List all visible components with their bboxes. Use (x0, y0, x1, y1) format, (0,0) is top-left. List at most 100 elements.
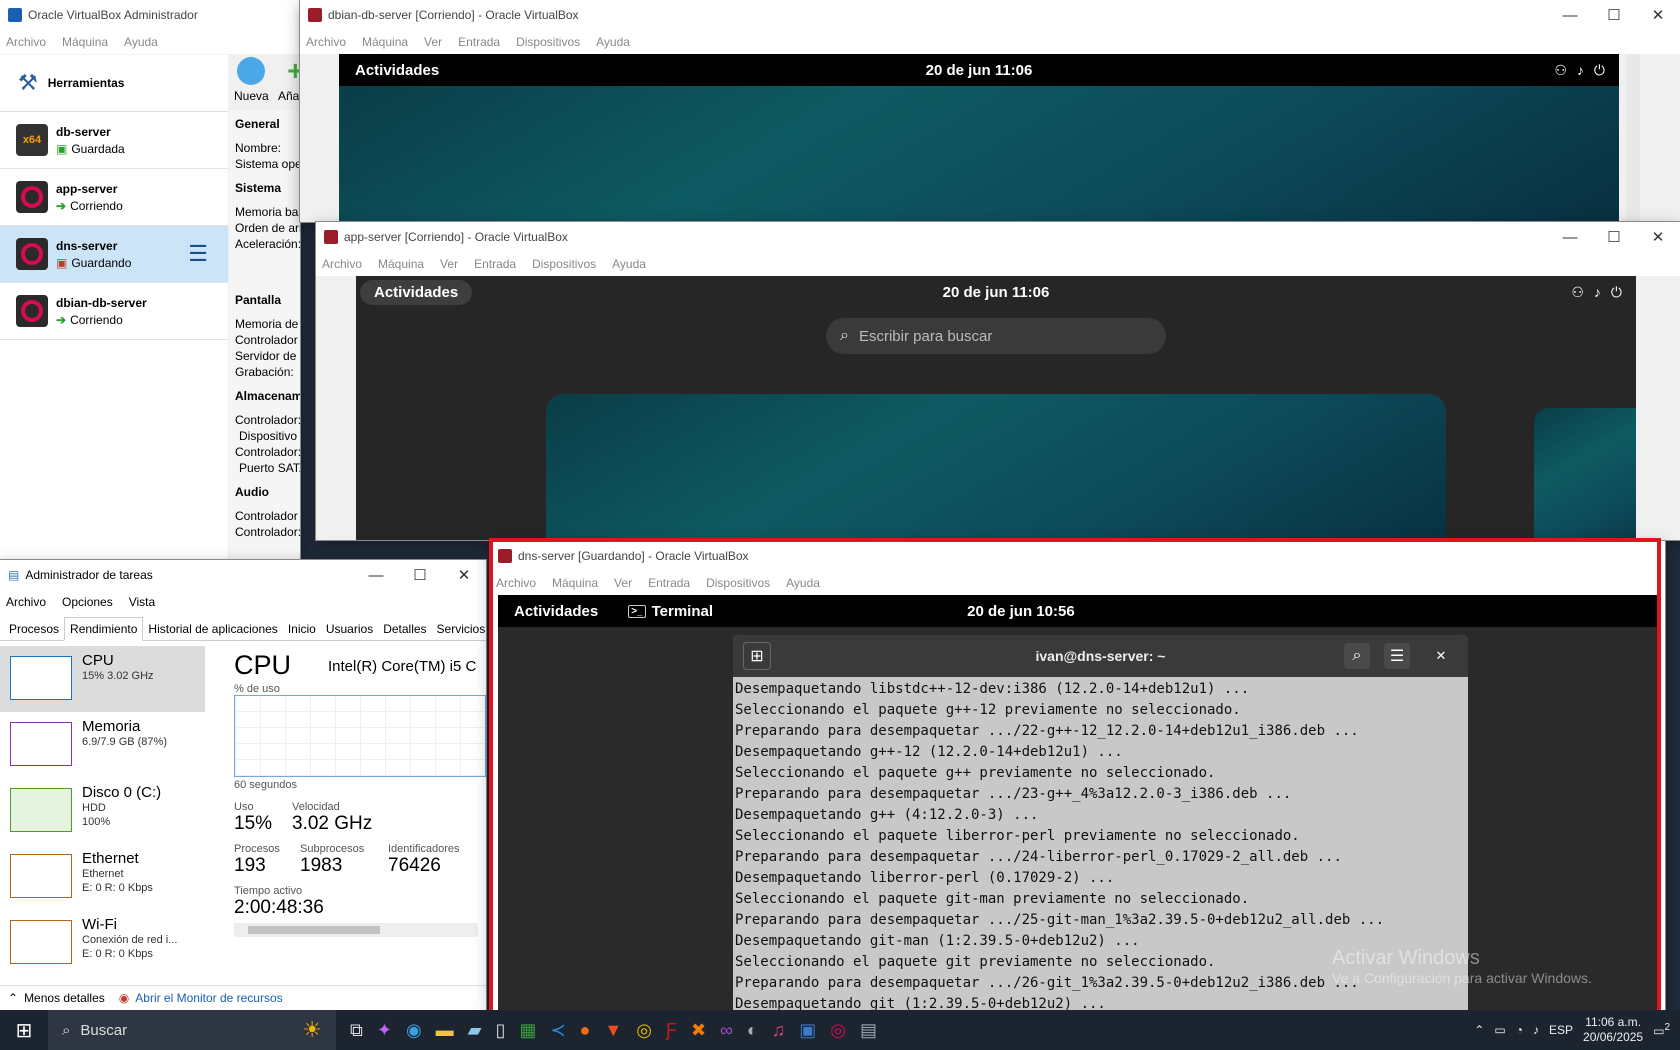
menos-detalles-link[interactable]: Menos detalles (24, 991, 105, 1005)
dns-guest-screen[interactable]: Actividades >_ Terminal 20 de jun 10:56 ⊞… (498, 595, 1660, 1016)
minimize-icon[interactable]: — (354, 560, 398, 590)
menu-maquina[interactable]: Máquina (552, 576, 598, 590)
start-windows-icon[interactable]: ⊞ (0, 1018, 48, 1043)
resource-cpu[interactable]: CPU 15% 3.02 GHz (0, 646, 205, 712)
vr-icon[interactable]: ∞ (720, 1020, 733, 1041)
menu-ayuda[interactable]: Ayuda (786, 576, 820, 590)
firefox-icon[interactable]: ● (580, 1020, 591, 1041)
menu-ayuda[interactable]: Ayuda (612, 257, 646, 271)
network-icon[interactable]: ⚇ (1571, 284, 1584, 301)
minimize-icon[interactable]: — (1548, 222, 1592, 252)
volume-icon[interactable]: ♪ (1594, 284, 1601, 301)
vm-item-dns-server[interactable]: dns-server ▣ Guardando ☰ (0, 226, 228, 283)
xampp-icon[interactable]: ✖ (691, 1020, 706, 1041)
volume-icon[interactable]: ♪ (1533, 1023, 1539, 1037)
scrollbar[interactable] (1626, 54, 1640, 222)
menu-entrada[interactable]: Entrada (648, 576, 690, 590)
language-indicator[interactable]: ESP (1549, 1023, 1573, 1037)
activities-button[interactable]: Actividades (360, 279, 473, 305)
taskbar-clock[interactable]: 11:06 a.m. 20/06/2025 (1583, 1015, 1643, 1045)
chrome-icon[interactable]: ◎ (636, 1020, 652, 1041)
menu-ver[interactable]: Ver (424, 35, 442, 49)
menu-vista[interactable]: Vista (129, 595, 155, 609)
horizontal-scrollbar[interactable] (234, 923, 478, 937)
menu-archivo[interactable]: Archivo (6, 35, 46, 49)
maximize-icon[interactable]: ☐ (1592, 0, 1636, 30)
menu-maquina[interactable]: Máquina (362, 35, 408, 49)
close-icon[interactable]: ✕ (1636, 0, 1680, 30)
maximize-icon[interactable]: ☐ (398, 560, 442, 590)
resource-wifi[interactable]: Wi-Fi Conexión de red i... E: 0 R: 0 Kbps (0, 910, 205, 976)
tools-item[interactable]: ⚒ Herramientas (0, 55, 228, 112)
menu-ver[interactable]: Ver (440, 257, 458, 271)
file-explorer-icon[interactable]: ▬ (436, 1020, 454, 1041)
brave-icon[interactable]: ▼ (604, 1020, 622, 1041)
menu-maquina[interactable]: Máquina (378, 257, 424, 271)
notifications-icon[interactable]: ▭2 (1653, 1022, 1670, 1038)
tab-detalles[interactable]: Detalles (378, 618, 431, 640)
tab-inicio[interactable]: Inicio (283, 618, 321, 640)
menu-archivo[interactable]: Archivo (496, 576, 536, 590)
wifi-icon[interactable]: ◔ (1516, 1023, 1523, 1037)
taskmgr-titlebar[interactable]: ▤ Administrador de tareas — ☐ ✕ (0, 560, 486, 590)
volume-icon[interactable]: ♪ (1577, 62, 1584, 79)
tab-servicios[interactable]: Servicios (432, 618, 486, 640)
sheet-icon[interactable]: ▦ (519, 1020, 536, 1041)
menu-entrada[interactable]: Entrada (458, 35, 500, 49)
tab-usuarios[interactable]: Usuarios (321, 618, 378, 640)
tab-rendimiento[interactable]: Rendimiento (64, 617, 144, 641)
dbian-guest-screen[interactable]: Actividades 20 de jun 11:06 ⚇ ♪ ⏻ (339, 54, 1619, 222)
dns-titlebar[interactable]: dns-server [Guardando] - Oracle VirtualB… (490, 541, 1665, 571)
activities-button[interactable]: Actividades (355, 62, 439, 79)
clock[interactable]: 20 de jun 11:06 (943, 284, 1050, 301)
task-view-icon[interactable]: ⧉ (350, 1020, 363, 1041)
chevron-up-icon[interactable]: ⌃ (1474, 1023, 1484, 1037)
hamburger-menu-icon[interactable]: ☰ (1384, 643, 1410, 669)
power-icon[interactable]: ⏻ (1594, 62, 1605, 79)
chevron-up-icon[interactable]: ⌃ (8, 991, 18, 1005)
menu-ayuda[interactable]: Ayuda (124, 35, 158, 49)
notes-icon[interactable]: ▰ (468, 1020, 482, 1041)
itunes-icon[interactable]: ♫ (772, 1020, 786, 1041)
virtualbox-icon[interactable]: ▣ (799, 1020, 816, 1041)
menu-archivo[interactable]: Archivo (322, 257, 362, 271)
vm-details-menu-icon[interactable]: ☰ (188, 241, 208, 267)
minimize-icon[interactable]: — (1548, 0, 1592, 30)
network-icon[interactable]: ⚇ (1554, 62, 1567, 79)
search-icon[interactable]: ⌕ (1344, 643, 1370, 669)
clock[interactable]: 20 de jun 11:06 (926, 62, 1033, 79)
menu-dispositivos[interactable]: Dispositivos (706, 576, 770, 590)
copilot-icon[interactable]: ✦ (377, 1020, 392, 1041)
vm-item-db-server[interactable]: x64 db-server ▣ Guardada (0, 112, 228, 169)
add-vm-button[interactable]: + Añadir (278, 57, 300, 104)
workspace-thumbnail[interactable] (546, 394, 1446, 540)
new-tab-icon[interactable]: ⊞ (743, 642, 771, 670)
dbian-titlebar[interactable]: dbian-db-server [Corriendo] - Oracle Vir… (300, 0, 1680, 30)
resource-memoria[interactable]: Memoria 6.9/7.9 GB (87%) (0, 712, 205, 778)
app-titlebar[interactable]: app-server [Corriendo] - Oracle VirtualB… (316, 222, 1680, 252)
tab-procesos[interactable]: Procesos (4, 618, 64, 640)
vm-item-dbian-db-server[interactable]: dbian-db-server ➔ Corriendo (0, 283, 228, 340)
menu-ver[interactable]: Ver (614, 576, 632, 590)
taskbar-search-box[interactable]: ⌕ Buscar ☀ (48, 1010, 336, 1050)
resource-disco[interactable]: Disco 0 (C:) HDD 100% (0, 778, 205, 844)
vscode-icon[interactable]: ≺ (550, 1020, 565, 1041)
filezilla-icon[interactable]: Ƒ (666, 1020, 677, 1041)
menu-archivo[interactable]: Archivo (306, 35, 346, 49)
activities-button[interactable]: Actividades (514, 603, 598, 620)
terminal-headerbar[interactable]: ⊞ ivan@dns-server: ~ ⌕ ☰ ✕ (733, 635, 1468, 677)
task-manager-icon[interactable]: ▤ (860, 1020, 877, 1041)
menu-entrada[interactable]: Entrada (474, 257, 516, 271)
menu-dispositivos[interactable]: Dispositivos (516, 35, 580, 49)
vm-item-app-server[interactable]: app-server ➔ Corriendo (0, 169, 228, 226)
new-vm-button[interactable]: Nueva (234, 57, 269, 103)
power-icon[interactable]: ⏻ (1611, 284, 1622, 301)
menu-archivo[interactable]: Archivo (6, 595, 46, 609)
resource-monitor-link[interactable]: Abrir el Monitor de recursos (135, 991, 282, 1005)
resource-ethernet[interactable]: Ethernet Ethernet E: 0 R: 0 Kbps (0, 844, 205, 910)
meet-icon[interactable]: ▭ (1494, 1023, 1505, 1037)
menu-dispositivos[interactable]: Dispositivos (532, 257, 596, 271)
menu-opciones[interactable]: Opciones (62, 595, 113, 609)
maximize-icon[interactable]: ☐ (1592, 222, 1636, 252)
close-icon[interactable]: ✕ (1636, 222, 1680, 252)
